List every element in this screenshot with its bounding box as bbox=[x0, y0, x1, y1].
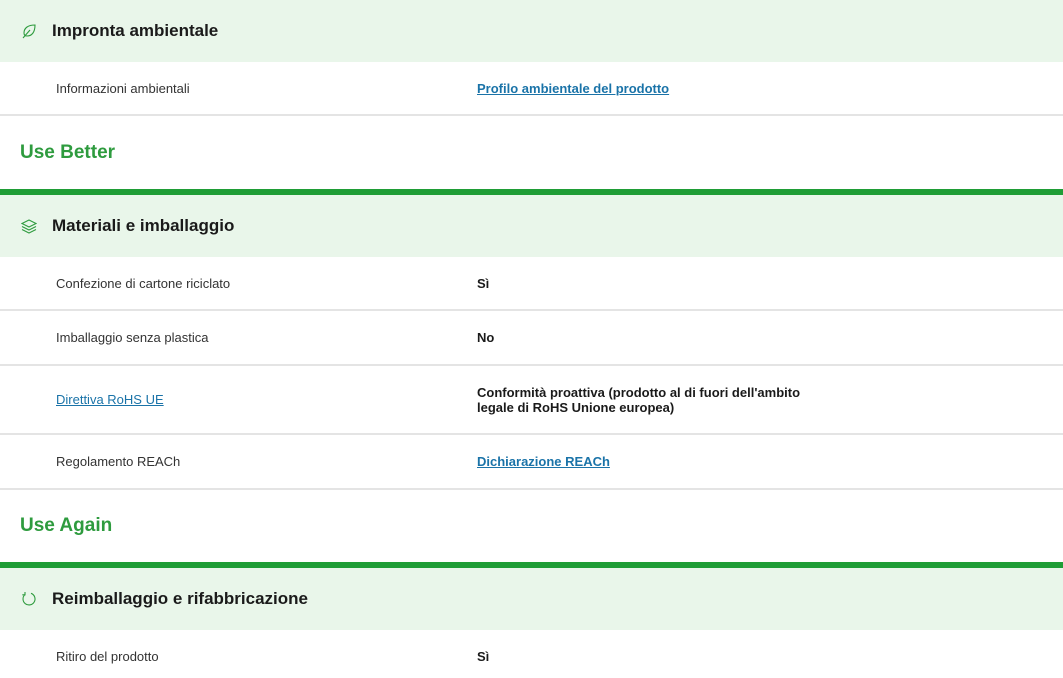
table-row: Ritiro del prodotto Sì bbox=[0, 630, 1063, 678]
row-label: Imballaggio senza plastica bbox=[56, 330, 209, 345]
panel-title: Materiali e imballaggio bbox=[52, 216, 235, 235]
reach-declaration-link[interactable]: Dichiarazione REACh bbox=[477, 454, 610, 469]
panel-header-reimballaggio[interactable]: Reimballaggio e rifabbricazione bbox=[0, 568, 1063, 630]
table-row: Informazioni ambientali Profilo ambienta… bbox=[0, 62, 1063, 116]
table-row: Imballaggio senza plastica No bbox=[0, 311, 1063, 366]
panel-header-materiali-imballaggio[interactable]: Materiali e imballaggio bbox=[0, 195, 1063, 257]
row-value: Conformità proattiva (prodotto al di fuo… bbox=[477, 385, 1063, 415]
row-label: Regolamento REACh bbox=[56, 454, 181, 469]
panel-header-impronta-ambientale[interactable]: Impronta ambientale bbox=[0, 0, 1063, 62]
row-value: Sì bbox=[477, 275, 490, 291]
row-value-line: legale di RoHS Unione europea) bbox=[477, 399, 675, 415]
row-label: Informazioni ambientali bbox=[56, 80, 190, 96]
environmental-page: Impronta ambientale Informazioni ambient… bbox=[0, 0, 1063, 678]
row-label: Confezione di cartone riciclato bbox=[56, 275, 231, 291]
panel-title: Reimballaggio e rifabbricazione bbox=[52, 589, 309, 608]
row-value: Sì bbox=[477, 648, 490, 664]
refresh-icon bbox=[20, 590, 38, 608]
environmental-profile-link[interactable]: Profilo ambientale del prodotto bbox=[477, 81, 669, 96]
rohs-directive-link[interactable]: Direttiva RoHS UE bbox=[56, 392, 164, 407]
panel-title: Impronta ambientale bbox=[52, 21, 219, 40]
row-label: Direttiva RoHS UE bbox=[0, 392, 477, 407]
row-value: Profilo ambientale del prodotto bbox=[477, 81, 1063, 96]
section-title-use-again: Use Again bbox=[20, 515, 113, 536]
table-row: Regolamento REACh Dichiarazione REACh bbox=[0, 435, 1063, 490]
layers-icon bbox=[20, 217, 38, 235]
row-value-line: Conformità proattiva (prodotto al di fuo… bbox=[477, 384, 801, 400]
section-title-use-better: Use Better bbox=[20, 141, 116, 163]
table-row: Direttiva RoHS UE Conformità proattiva (… bbox=[0, 366, 1063, 435]
table-row: Confezione di cartone riciclato Sì bbox=[0, 257, 1063, 311]
leaf-icon bbox=[20, 22, 38, 40]
row-value: No bbox=[477, 330, 495, 345]
row-label: Ritiro del prodotto bbox=[56, 648, 159, 664]
row-value: Dichiarazione REACh bbox=[477, 454, 1063, 469]
